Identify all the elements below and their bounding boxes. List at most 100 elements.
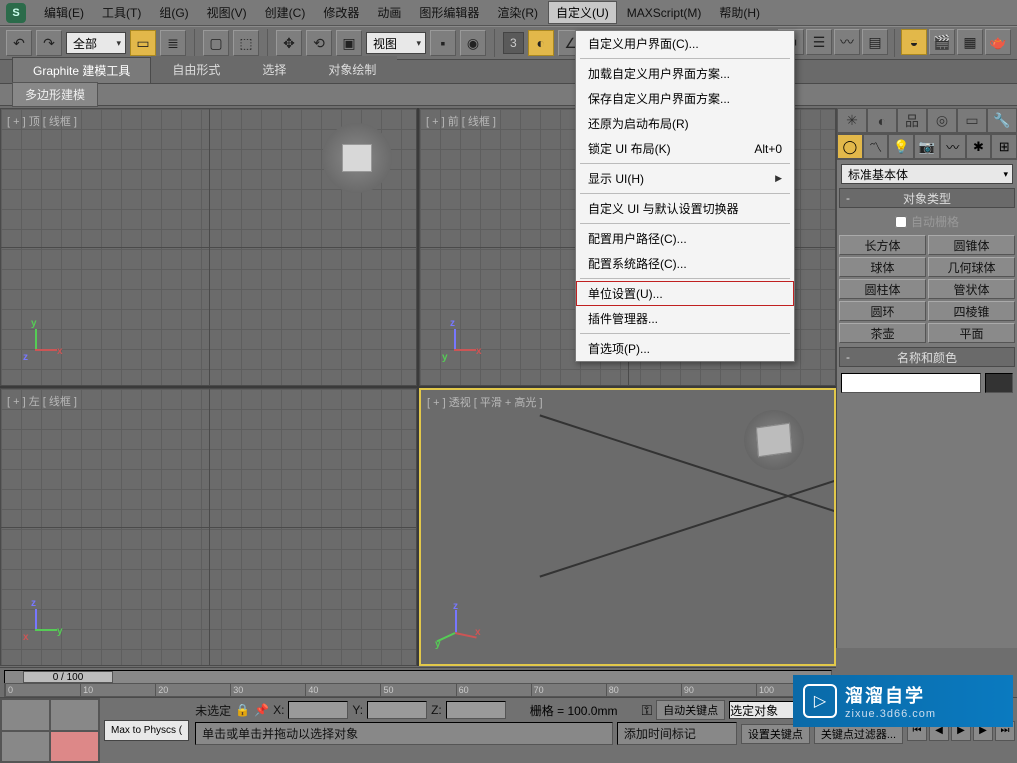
viewport-top-label[interactable]: [ + ] 顶 [ 线框 ] <box>7 113 77 129</box>
y-field[interactable] <box>367 701 427 719</box>
btn-teapot[interactable]: 茶壶 <box>839 323 926 343</box>
menu-grapheditor[interactable]: 图形编辑器 <box>411 1 487 24</box>
menu-edit[interactable]: 编辑(E) <box>36 1 92 24</box>
mi-load-ui-scheme[interactable]: 加载自定义用户界面方案... <box>576 61 794 86</box>
btn-torus[interactable]: 圆环 <box>839 301 926 321</box>
z-field[interactable] <box>446 701 506 719</box>
x-field[interactable] <box>288 701 348 719</box>
ref-coord-system[interactable]: 视图 <box>366 32 426 54</box>
viewport-left[interactable]: [ + ] 左 [ 线框 ] z y x <box>0 388 417 666</box>
render-frame-icon[interactable]: ▦ <box>957 29 983 55</box>
pivot-icon[interactable]: ▪ <box>430 30 456 56</box>
btn-cone[interactable]: 圆锥体 <box>928 235 1015 255</box>
render-icon[interactable]: 🫖 <box>985 29 1011 55</box>
rect-region-icon[interactable]: ▢ <box>203 30 229 56</box>
cat-lights-icon[interactable]: 💡 <box>888 134 914 159</box>
tab-objpaint[interactable]: 对象绘制 <box>307 56 397 83</box>
time-slider-thumb[interactable]: 0 / 100 <box>23 671 113 683</box>
menu-animation[interactable]: 动画 <box>369 1 409 24</box>
btn-cylinder[interactable]: 圆柱体 <box>839 279 926 299</box>
btn-tube[interactable]: 管状体 <box>928 279 1015 299</box>
rollout-name-color[interactable]: 名称和颜色 <box>839 347 1015 367</box>
tab-utilities-icon[interactable]: 🔧 <box>987 108 1017 133</box>
cat-systems-icon[interactable]: ⊞ <box>991 134 1017 159</box>
time-ruler[interactable]: 010 2030 4050 6070 8090 100 <box>4 683 832 697</box>
subtab-polymodeling[interactable]: 多边形建模 <box>12 82 98 107</box>
viewport-perspective[interactable]: [ + ] 透视 [ 平滑 + 高光 ] z x y <box>419 388 836 666</box>
menu-help[interactable]: 帮助(H) <box>711 1 768 24</box>
mi-save-ui-scheme[interactable]: 保存自定义用户界面方案... <box>576 86 794 111</box>
tab-motion-icon[interactable]: ◎ <box>927 108 957 133</box>
sb4[interactable] <box>50 731 99 763</box>
menu-modifiers[interactable]: 修改器 <box>315 1 367 24</box>
tab-modify-icon[interactable]: ◐ <box>867 108 897 133</box>
render-setup-icon[interactable]: 🎬 <box>929 29 955 55</box>
timemark-field[interactable]: 添加时间标记 <box>617 722 737 745</box>
tab-hierarchy-icon[interactable]: 品 <box>897 108 927 133</box>
selection-filter[interactable]: 全部 <box>66 32 126 54</box>
menu-group[interactable]: 组(G) <box>151 1 196 24</box>
tab-create-icon[interactable]: ✳ <box>837 108 867 133</box>
select-object-icon[interactable]: ▭ <box>130 30 156 56</box>
move-icon[interactable]: ✥ <box>276 30 302 56</box>
schematic-icon[interactable]: ▤ <box>862 29 888 55</box>
mi-ui-switcher[interactable]: 自定义 UI 与默认设置切换器 <box>576 196 794 221</box>
mi-restore-layout[interactable]: 还原为启动布局(R) <box>576 111 794 136</box>
key-icon[interactable]: ⚿ <box>641 702 652 719</box>
menu-tools[interactable]: 工具(T) <box>94 1 149 24</box>
rotate-icon[interactable]: ⟲ <box>306 30 332 56</box>
viewport-front-label[interactable]: [ + ] 前 [ 线框 ] <box>426 113 496 129</box>
autogrid-checkbox[interactable] <box>895 216 907 228</box>
mi-sys-paths[interactable]: 配置系统路径(C)... <box>576 251 794 276</box>
menu-create[interactable]: 创建(C) <box>257 1 314 24</box>
sb2[interactable] <box>50 699 99 731</box>
autokey-button[interactable]: 自动关键点 <box>656 700 725 720</box>
btn-pyramid[interactable]: 四棱锥 <box>928 301 1015 321</box>
pin-icon[interactable]: 📌 <box>254 703 269 717</box>
manip-icon[interactable]: ◉ <box>460 30 486 56</box>
rollout-object-type[interactable]: 对象类型 <box>839 188 1015 208</box>
object-color-swatch[interactable] <box>985 373 1013 393</box>
snap-index[interactable]: 3 <box>503 32 524 54</box>
mi-plugin-mgr[interactable]: 插件管理器... <box>576 306 794 331</box>
cat-helpers-icon[interactable]: 〰 <box>940 134 966 159</box>
sb1[interactable] <box>1 699 50 731</box>
cat-cameras-icon[interactable]: 📷 <box>914 134 940 159</box>
mi-user-paths[interactable]: 配置用户路径(C)... <box>576 226 794 251</box>
tab-display-icon[interactable]: ▭ <box>957 108 987 133</box>
cat-spacewarps-icon[interactable]: ✱ <box>966 134 992 159</box>
menu-maxscript[interactable]: MAXScript(M) <box>619 3 710 23</box>
sb3[interactable] <box>1 731 50 763</box>
window-crossing-icon[interactable]: ⬚ <box>233 30 259 56</box>
mi-preferences[interactable]: 首选项(P)... <box>576 336 794 361</box>
app-icon[interactable]: S <box>6 3 26 23</box>
redo-icon[interactable]: ↷ <box>36 30 62 56</box>
menu-customize[interactable]: 自定义(U) <box>548 1 617 24</box>
mi-lock-layout[interactable]: 锁定 UI 布局(K)Alt+0 <box>576 136 794 161</box>
tab-graphite[interactable]: Graphite 建模工具 <box>12 57 151 83</box>
script-listener[interactable]: Max to Physcs ( <box>104 720 189 741</box>
tab-selection[interactable]: 选择 <box>241 56 307 83</box>
mi-show-ui[interactable]: 显示 UI(H)▶ <box>576 166 794 191</box>
curve-editor-icon[interactable]: 〰 <box>834 29 860 55</box>
cat-shapes-icon[interactable]: 〽 <box>863 134 889 159</box>
tab-freeform[interactable]: 自由形式 <box>151 56 241 83</box>
viewport-top[interactable]: [ + ] 顶 [ 线框 ] y x z <box>0 108 417 386</box>
object-name-input[interactable] <box>841 373 981 393</box>
viewcube-top[interactable] <box>322 123 392 193</box>
menu-render[interactable]: 渲染(R) <box>489 1 546 24</box>
mi-custom-ui[interactable]: 自定义用户界面(C)... <box>576 31 794 56</box>
undo-icon[interactable]: ↶ <box>6 30 32 56</box>
mi-units-setup[interactable]: 单位设置(U)... <box>576 281 794 306</box>
object-category-select[interactable]: 标准基本体 <box>841 164 1013 184</box>
viewcube-persp[interactable] <box>744 410 804 470</box>
viewport-left-label[interactable]: [ + ] 左 [ 线框 ] <box>7 393 77 409</box>
select-by-name-icon[interactable]: ≣ <box>160 30 186 56</box>
time-slider-track[interactable]: 0 / 100 <box>4 670 832 684</box>
btn-plane[interactable]: 平面 <box>928 323 1015 343</box>
scale-icon[interactable]: ▣ <box>336 30 362 56</box>
btn-geosphere[interactable]: 几何球体 <box>928 257 1015 277</box>
btn-box[interactable]: 长方体 <box>839 235 926 255</box>
cat-geometry-icon[interactable]: ◯ <box>837 134 863 159</box>
material-editor-icon[interactable]: ◒ <box>901 29 927 55</box>
